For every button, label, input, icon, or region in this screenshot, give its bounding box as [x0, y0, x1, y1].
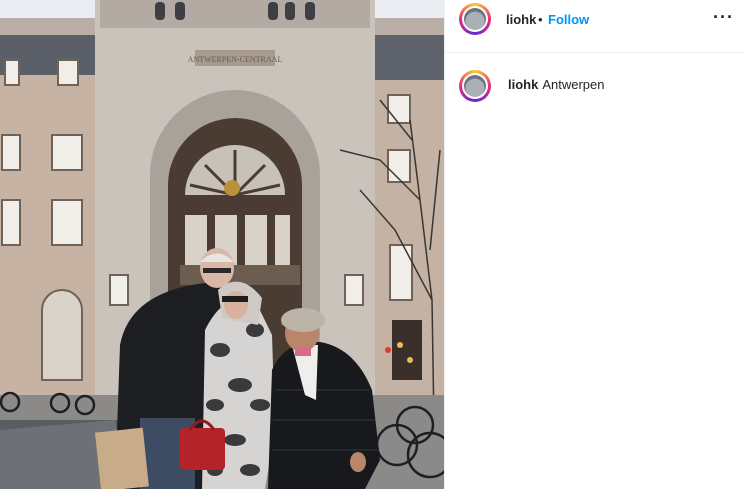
- caption-line: liohk Antwerpen: [508, 77, 605, 92]
- station-sign-text: ANTWERPEN-CENTRAAL: [188, 55, 283, 64]
- avatar-picture: [464, 75, 486, 97]
- more-options-icon[interactable]: ···: [713, 7, 734, 28]
- header-username[interactable]: liohk: [506, 12, 536, 27]
- post-side-panel: liohk • Follow ··· liohk Antwerpen: [444, 0, 745, 489]
- post-photo[interactable]: ANTWERPEN-CENTRAAL: [0, 0, 444, 489]
- post-photo-image: ANTWERPEN-CENTRAAL: [0, 0, 444, 489]
- avatar-picture: [464, 8, 486, 30]
- avatar[interactable]: [459, 3, 491, 35]
- post-header: liohk • Follow ···: [445, 0, 745, 53]
- separator-dot: •: [538, 12, 543, 27]
- caption-text: Antwerpen: [542, 77, 605, 92]
- follow-button[interactable]: Follow: [548, 12, 589, 27]
- caption-avatar[interactable]: [459, 70, 491, 102]
- caption-area: liohk Antwerpen: [445, 53, 745, 113]
- caption-username[interactable]: liohk: [508, 77, 538, 92]
